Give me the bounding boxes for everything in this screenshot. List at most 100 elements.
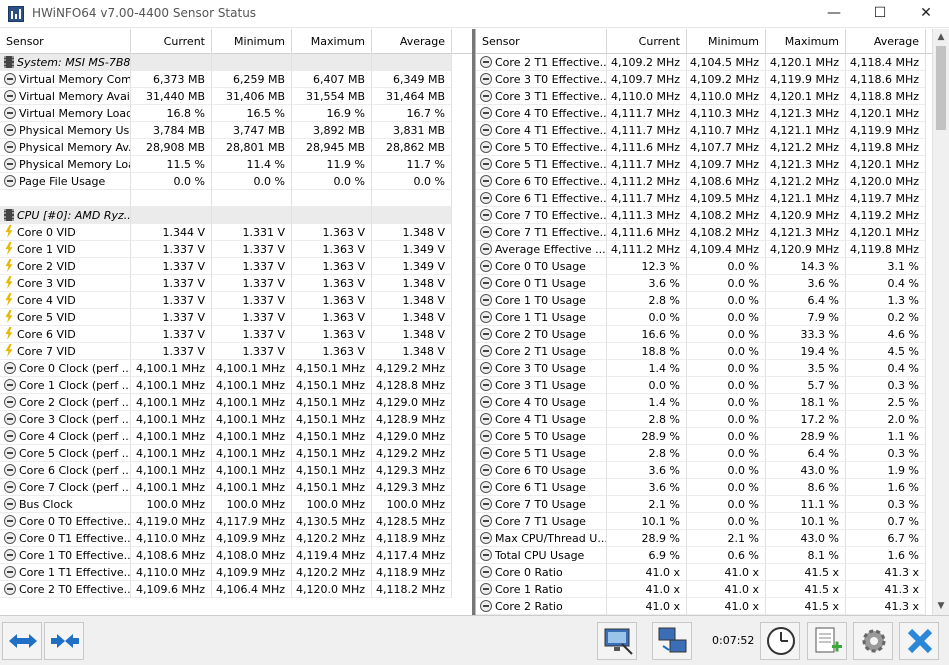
network-monitor-button[interactable] xyxy=(597,622,637,660)
column-header-minimum[interactable]: Minimum xyxy=(687,29,766,54)
table-row[interactable]: Core 5 VID 1.337 V 1.337 V 1.363 V 1.348 V xyxy=(0,309,472,326)
expand-collapse-button[interactable] xyxy=(2,622,42,660)
vertical-scrollbar[interactable]: ▲ ▼ xyxy=(932,29,949,615)
average-value-text: 3.1 % xyxy=(887,260,919,273)
table-row[interactable]: Core 1 Clock (perf ... 4,100.1 MHz 4,100.1… xyxy=(0,377,472,394)
table-row[interactable]: Core 0 Ratio 41.0 x 41.0 x 41.5 x 41.3 x xyxy=(476,564,949,581)
table-row[interactable]: Core 3 T0 Effective... 4,109.7 MHz 4,109.2… xyxy=(476,71,949,88)
scroll-up-icon[interactable]: ▲ xyxy=(933,29,949,46)
scrollbar-thumb[interactable] xyxy=(936,46,946,130)
sensor-table-left[interactable]: Sensor Current Minimum Maximum Average S… xyxy=(0,29,472,615)
table-row[interactable]: Core 3 VID 1.337 V 1.337 V 1.363 V 1.348 V xyxy=(0,275,472,292)
column-header-maximum[interactable]: Maximum xyxy=(766,29,846,54)
table-row[interactable]: Core 0 T1 Usage 3.6 % 0.0 % 3.6 % 0.4 % xyxy=(476,275,949,292)
table-row[interactable]: Average Effective ... 4,111.2 MHz 4,109.4 … xyxy=(476,241,949,258)
minimize-button[interactable]: — xyxy=(811,0,857,28)
table-row[interactable]: Core 6 VID 1.337 V 1.337 V 1.363 V 1.348 V xyxy=(0,326,472,343)
table-row[interactable]: Core 0 T1 Effective... 4,110.0 MHz 4,109.9… xyxy=(0,530,472,547)
column-header-current[interactable]: Current xyxy=(607,29,687,54)
table-row[interactable]: Virtual Memory Com... 6,373 MB 6,259 MB 6,4… xyxy=(0,71,472,88)
table-row[interactable]: Core 2 Ratio 41.0 x 41.0 x 41.5 x 41.3 x xyxy=(476,598,949,615)
table-row[interactable]: Core 1 VID 1.337 V 1.337 V 1.363 V 1.349 V xyxy=(0,241,472,258)
reset-timer-button[interactable] xyxy=(760,622,800,660)
table-row[interactable]: Page File Usage 0.0 % 0.0 % 0.0 % 0.0 % xyxy=(0,173,472,190)
table-row[interactable]: Core 2 VID 1.337 V 1.337 V 1.363 V 1.349 V xyxy=(0,258,472,275)
column-header-maximum[interactable]: Maximum xyxy=(292,29,372,54)
maximize-button[interactable]: ☐ xyxy=(857,0,903,28)
table-row[interactable]: Core 6 T0 Usage 3.6 % 0.0 % 43.0 % 1.9 % xyxy=(476,462,949,479)
table-row[interactable]: Core 4 Clock (perf ... 4,100.1 MHz 4,100.1… xyxy=(0,428,472,445)
table-row[interactable]: Core 3 Clock (perf ... 4,100.1 MHz 4,100.1… xyxy=(0,411,472,428)
table-row[interactable]: Core 6 Clock (perf ... 4,100.1 MHz 4,100.1… xyxy=(0,462,472,479)
table-row[interactable]: Max CPU/Thread U... 28.9 % 2.1 % 43.0 % 6.7 … xyxy=(476,530,949,547)
scroll-down-icon[interactable]: ▼ xyxy=(933,598,949,615)
table-row[interactable]: Core 7 T0 Effective... 4,111.3 MHz 4,108.2… xyxy=(476,207,949,224)
table-row[interactable]: Core 1 T1 Effective... 4,110.0 MHz 4,109.9… xyxy=(0,564,472,581)
sensor-name-text: Core 5 T1 Usage xyxy=(495,447,586,460)
table-row[interactable]: Core 7 T0 Usage 2.1 % 0.0 % 11.1 % 0.3 % xyxy=(476,496,949,513)
settings-button[interactable] xyxy=(853,622,893,660)
sensor-table-right[interactable]: Sensor Current Minimum Maximum Average C… xyxy=(475,29,949,615)
minimum-value-text: 4,109.9 MHz xyxy=(215,566,285,579)
table-row[interactable]: Core 2 T1 Usage 18.8 % 0.0 % 19.4 % 4.5 % xyxy=(476,343,949,360)
minimum-value-text: 2.1 % xyxy=(727,532,759,545)
collapse-button[interactable] xyxy=(44,622,84,660)
table-row[interactable]: Core 6 T1 Effective... 4,111.7 MHz 4,109.5… xyxy=(476,190,949,207)
table-row[interactable]: Core 3 T0 Usage 1.4 % 0.0 % 3.5 % 0.4 % xyxy=(476,360,949,377)
gauge-icon xyxy=(4,362,16,374)
table-row[interactable]: Core 7 T1 Effective... 4,111.6 MHz 4,108.2… xyxy=(476,224,949,241)
table-row[interactable]: Core 1 T0 Effective... 4,108.6 MHz 4,108.0… xyxy=(0,547,472,564)
column-header-sensor[interactable]: Sensor xyxy=(476,29,607,54)
table-row[interactable]: Core 4 T0 Usage 1.4 % 0.0 % 18.1 % 2.5 % xyxy=(476,394,949,411)
table-row[interactable]: Core 3 T1 Usage 0.0 % 0.0 % 5.7 % 0.3 % xyxy=(476,377,949,394)
table-row[interactable]: Core 0 T0 Usage 12.3 % 0.0 % 14.3 % 3.1 % xyxy=(476,258,949,275)
table-row[interactable]: Core 6 T1 Usage 3.6 % 0.0 % 8.6 % 1.6 % xyxy=(476,479,949,496)
table-header: Sensor Current Minimum Maximum Average xyxy=(476,29,949,54)
table-row[interactable]: Core 5 T0 Usage 28.9 % 0.0 % 28.9 % 1.1 % xyxy=(476,428,949,445)
average-value: 1.9 % xyxy=(846,462,926,479)
logging-button[interactable] xyxy=(807,622,847,660)
table-row[interactable]: Core 0 VID 1.344 V 1.331 V 1.363 V 1.348 V xyxy=(0,224,472,241)
column-header-minimum[interactable]: Minimum xyxy=(212,29,292,54)
table-row[interactable]: Core 4 T0 Effective... 4,111.7 MHz 4,110.3… xyxy=(476,105,949,122)
table-row[interactable]: Virtual Memory Avai... 31,440 MB 31,406 MB… xyxy=(0,88,472,105)
table-row[interactable]: Core 0 Clock (perf ... 4,100.1 MHz 4,100.1… xyxy=(0,360,472,377)
sensor-group-row[interactable]: System: MSI MS-7B84 xyxy=(0,54,472,71)
table-row[interactable]: Core 7 T1 Usage 10.1 % 0.0 % 10.1 % 0.7 % xyxy=(476,513,949,530)
column-header-sensor[interactable]: Sensor xyxy=(0,29,131,54)
table-row[interactable]: Core 1 T1 Usage 0.0 % 0.0 % 7.9 % 0.2 % xyxy=(476,309,949,326)
table-row[interactable]: Core 1 Ratio 41.0 x 41.0 x 41.5 x 41.3 x xyxy=(476,581,949,598)
table-row[interactable]: Core 5 Clock (perf ... 4,100.1 MHz 4,100.1… xyxy=(0,445,472,462)
table-row[interactable]: Core 5 T1 Usage 2.8 % 0.0 % 6.4 % 0.3 % xyxy=(476,445,949,462)
table-row[interactable]: Core 6 T0 Effective... 4,111.2 MHz 4,108.6… xyxy=(476,173,949,190)
sensor-name-text: Core 1 Ratio xyxy=(495,583,563,596)
table-row[interactable]: Core 4 T1 Effective... 4,111.7 MHz 4,110.7… xyxy=(476,122,949,139)
table-row[interactable]: Virtual Memory Load 16.8 % 16.5 % 16.9 % 16.… xyxy=(0,105,472,122)
column-header-current[interactable]: Current xyxy=(131,29,212,54)
close-sensors-button[interactable] xyxy=(899,622,939,660)
sensor-group-row[interactable]: CPU [#0]: AMD Ryz... xyxy=(0,207,472,224)
table-row[interactable]: Core 2 Clock (perf ... 4,100.1 MHz 4,100.1… xyxy=(0,394,472,411)
table-row[interactable]: Bus Clock 100.0 MHz 100.0 MHz 100.0 MHz 100.… xyxy=(0,496,472,513)
table-row[interactable]: Core 3 T1 Effective... 4,110.0 MHz 4,110.0… xyxy=(476,88,949,105)
table-row[interactable]: Core 0 T0 Effective... 4,119.0 MHz 4,117.9… xyxy=(0,513,472,530)
table-row[interactable]: Core 2 T0 Usage 16.6 % 0.0 % 33.3 % 4.6 % xyxy=(476,326,949,343)
table-row[interactable]: Core 5 T0 Effective... 4,111.6 MHz 4,107.7… xyxy=(476,139,949,156)
table-row[interactable]: Total CPU Usage 6.9 % 0.6 % 8.1 % 1.6 % xyxy=(476,547,949,564)
table-row[interactable]: Core 2 T0 Effective... 4,109.6 MHz 4,106.4… xyxy=(0,581,472,598)
table-row[interactable]: Core 5 T1 Effective... 4,111.7 MHz 4,109.7… xyxy=(476,156,949,173)
average-value-text: 41.3 x xyxy=(884,583,920,596)
table-row[interactable]: Core 7 VID 1.337 V 1.337 V 1.363 V 1.348 V xyxy=(0,343,472,360)
column-header-average[interactable]: Average xyxy=(372,29,452,54)
table-row[interactable]: Physical Memory Av... 28,908 MB 28,801 MB 2… xyxy=(0,139,472,156)
table-row[interactable]: Core 4 VID 1.337 V 1.337 V 1.363 V 1.348 V xyxy=(0,292,472,309)
table-row[interactable]: Physical Memory Load 11.5 % 11.4 % 11.9 % 11… xyxy=(0,156,472,173)
table-row[interactable]: Core 2 T1 Effective... 4,109.2 MHz 4,104.5… xyxy=(476,54,949,71)
table-row[interactable]: Core 1 T0 Usage 2.8 % 0.0 % 6.4 % 1.3 % xyxy=(476,292,949,309)
layout-button[interactable] xyxy=(652,622,692,660)
table-row[interactable]: Core 7 Clock (perf ... 4,100.1 MHz 4,100.1… xyxy=(0,479,472,496)
table-row[interactable]: Core 4 T1 Usage 2.8 % 0.0 % 17.2 % 2.0 % xyxy=(476,411,949,428)
column-header-average[interactable]: Average xyxy=(846,29,926,54)
close-button[interactable]: ✕ xyxy=(903,0,949,28)
table-row[interactable]: Physical Memory Used 3,784 MB 3,747 MB 3,89… xyxy=(0,122,472,139)
